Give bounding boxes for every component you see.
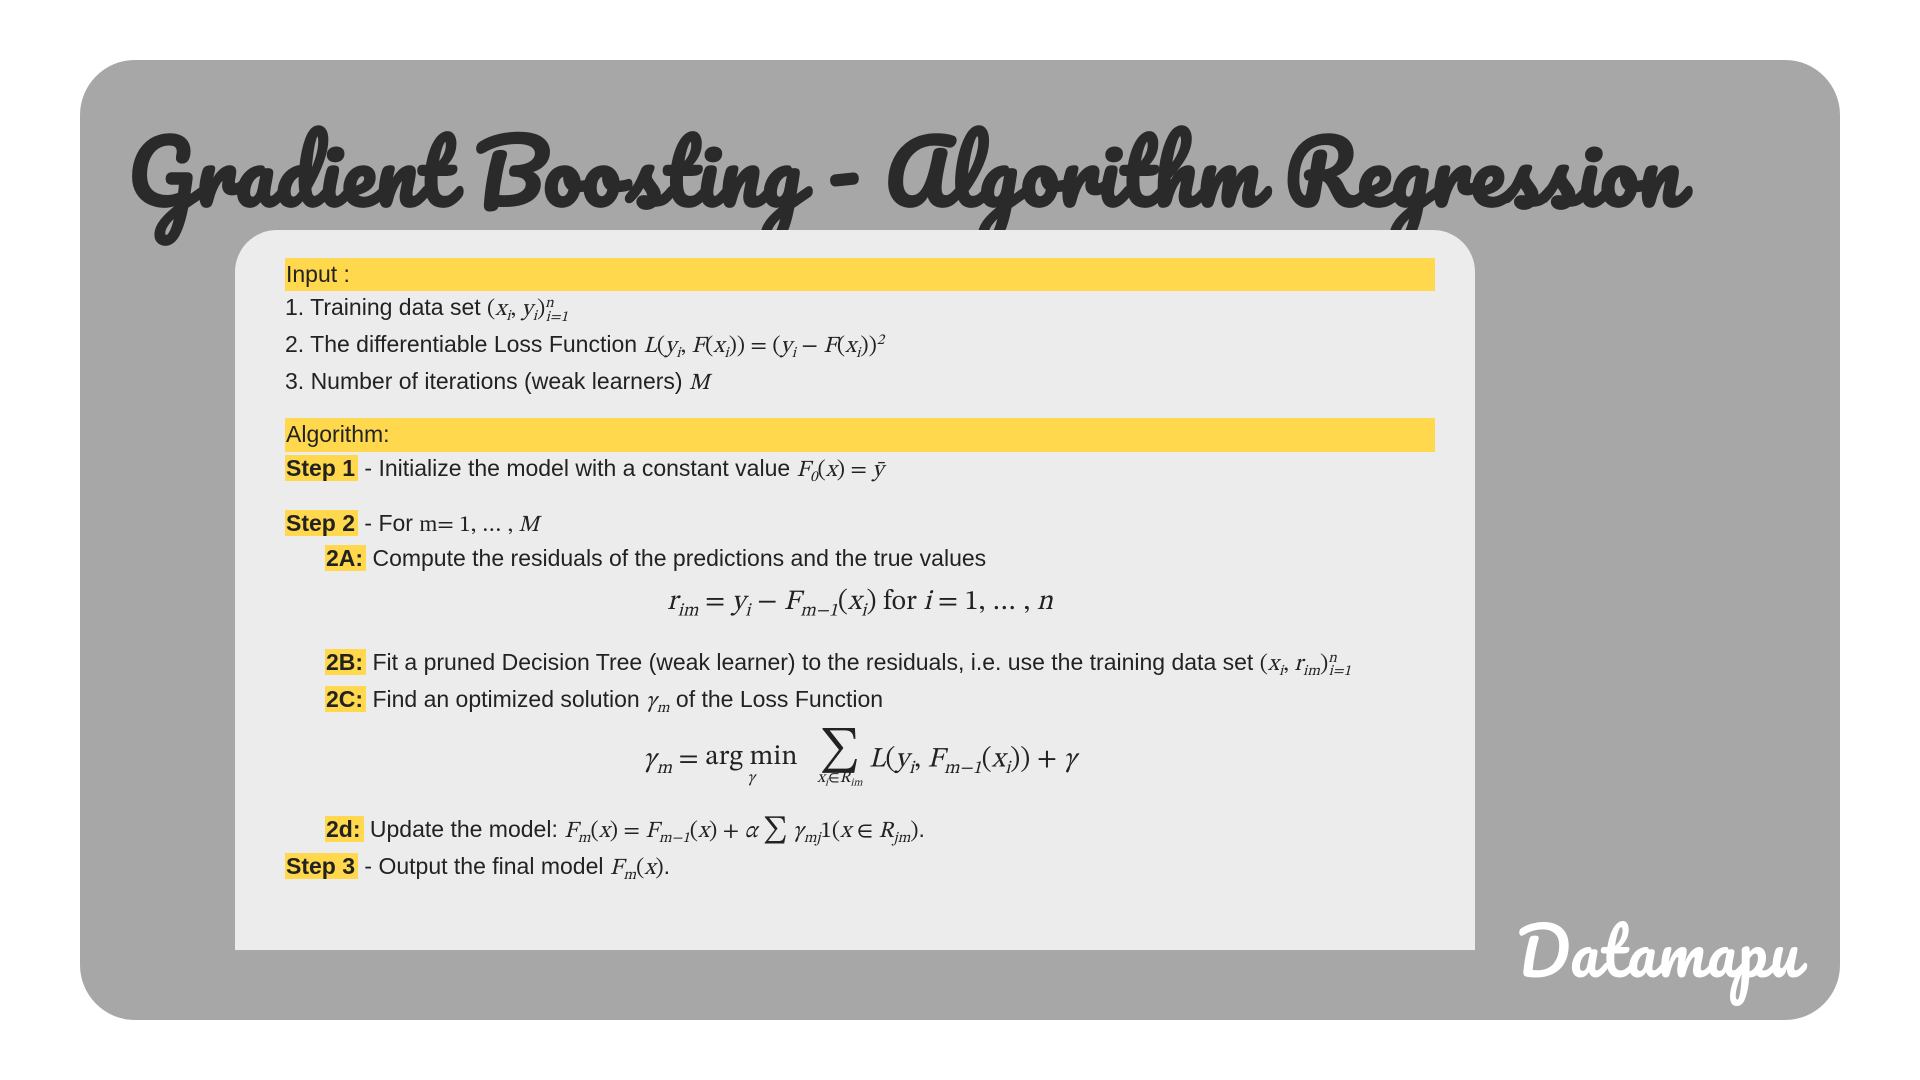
math-M: M [689,372,710,395]
step-2c: 2C: Find an optimized solution γm of the… [325,683,1435,720]
math-update: Fm(x) = Fm−1(x) + α ∑ γmj1(x ∈ Rjm) [564,820,918,843]
math-m-range: = 1, … , M [437,514,539,537]
content-body: Input : 1. Training data set (xi, yi)ni=… [285,258,1435,887]
input-item-3: 3. Number of iterations (weak learners) … [285,365,1435,400]
input-item-1: 1. Training data set (xi, yi)ni=1 [285,291,1435,328]
algorithm-heading: Algorithm: [285,418,1435,451]
math-gamma-m: γm [646,690,669,713]
math-trainset: (xi, yi)ni=1 [487,298,568,321]
step-1: Step 1 - Initialize the model with a con… [285,452,1435,489]
math-f0: F0(x) = ȳ [797,459,884,482]
step-2: Step 2 - For m= 1, … , M [285,507,1435,542]
step-3: Step 3 - Output the final model Fm(x). [285,850,1435,887]
eq-residual: rim = yi − Fm−1(xi) for i = 1, … , n [285,587,1435,621]
step-2a: 2A: Compute the residuals of the predict… [325,542,1435,575]
math-trainset-r: (xi, rim)ni=1 [1260,653,1351,676]
slide-card: Gradient Boosting - Algorithm Regression… [80,60,1840,1020]
step-2b: 2B: Fit a pruned Decision Tree (weak lea… [325,646,1435,683]
input-heading: Input : [285,258,1435,291]
input-item-2: 2. The differentiable Loss Function L(yi… [285,328,1435,365]
eq-argmin: γm = arg minγ ∑xi∈Rim L(yi, Fm−1(xi)) + … [285,732,1435,788]
step-2d: 2d: Update the model: Fm(x) = Fm−1(x) + … [325,812,1435,850]
math-loss: L(yi, F(xi)) = (yi − F(xi))2 [643,335,884,358]
math-final: Fm(x) [610,857,664,880]
brand-watermark: Datamapu [1516,894,1800,1006]
slide-title: Gradient Boosting - Algorithm Regression [128,98,1682,245]
content-panel: Input : 1. Training data set (xi, yi)ni=… [235,230,1475,950]
